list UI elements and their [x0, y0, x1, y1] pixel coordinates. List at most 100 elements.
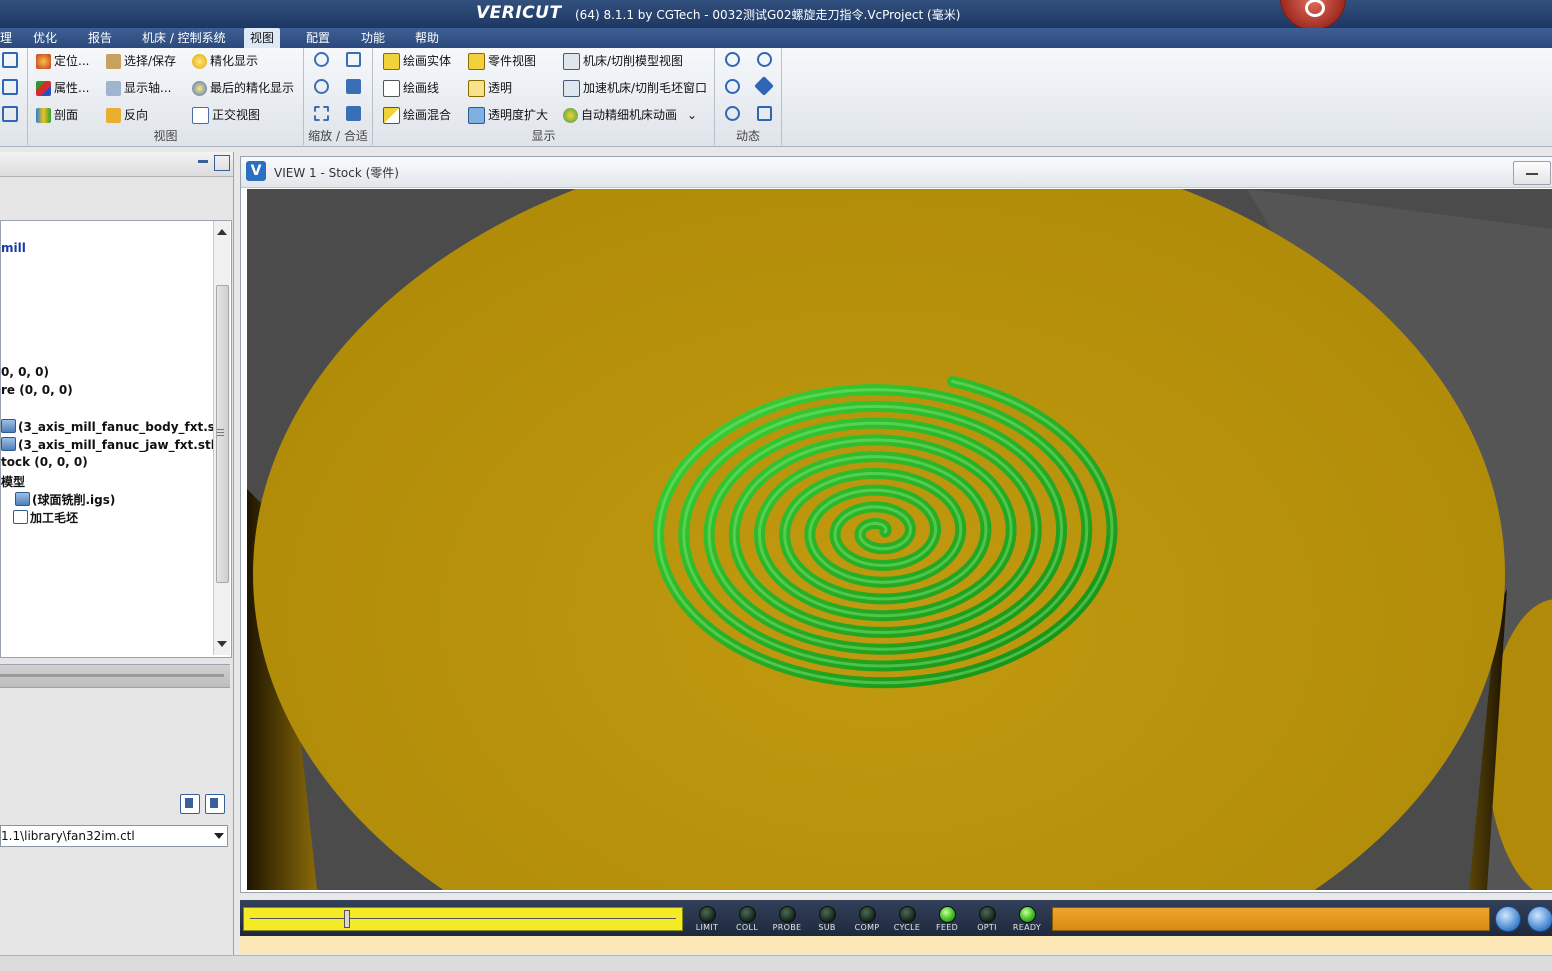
transparency-icon [468, 107, 485, 124]
layout-group [0, 48, 28, 145]
machine-cut-view-button[interactable]: 机床/切削模型视图 [563, 50, 683, 72]
tree-item[interactable]: 0, 0, 0) [1, 365, 49, 379]
stock-top-face [253, 189, 1505, 890]
last-refine-button[interactable]: 最后的精化显示 [192, 77, 294, 99]
undock-icon[interactable] [214, 155, 230, 171]
status-light-sub: SUB [807, 905, 847, 935]
save-icon[interactable] [180, 794, 200, 814]
section-button[interactable]: 剖面 [36, 104, 78, 126]
tree-item[interactable]: re (0, 0, 0) [1, 383, 73, 397]
project-tree[interactable]: mill 0, 0, 0) re (0, 0, 0) (3_axis_mill_… [0, 220, 232, 658]
status-light-cycle: CYCLE [887, 905, 927, 935]
tree-item[interactable]: 模型 [1, 473, 25, 490]
rotate-y-icon[interactable] [725, 79, 740, 94]
slider-knob[interactable] [343, 910, 350, 928]
axes-icon [106, 81, 121, 96]
draw-mixed-button[interactable]: 绘画混合 [383, 104, 451, 126]
locate-button[interactable]: 定位... [36, 50, 89, 72]
indicator-icon [979, 906, 996, 923]
view-group-label: 视图 [153, 129, 178, 143]
zoom-dynamic-icon[interactable] [757, 106, 772, 121]
menu-item-optimize[interactable]: 优化 [27, 28, 63, 48]
zoom-all-icon[interactable] [346, 79, 361, 94]
tree-item[interactable]: tock (0, 0, 0) [1, 455, 88, 469]
scroll-down-icon[interactable] [217, 641, 227, 647]
stock-icon [13, 510, 28, 524]
layout-icon[interactable] [2, 106, 18, 122]
animation-progress-slider[interactable] [243, 907, 683, 931]
rewind-icon[interactable] [1527, 906, 1552, 932]
rotate-x-icon[interactable] [725, 52, 740, 67]
draw-lines-button[interactable]: 绘画线 [383, 77, 439, 99]
box-icon [106, 54, 121, 69]
ortho-view-button[interactable]: 正交视图 [192, 104, 260, 126]
indicator-icon [1019, 906, 1036, 923]
status-light-comp: COMP [847, 905, 887, 935]
zoom-fit-icon[interactable] [346, 52, 361, 67]
reverse-button[interactable]: 反向 [106, 104, 148, 126]
part-view-button[interactable]: 零件视图 [468, 50, 536, 72]
transparent-icon [468, 80, 485, 97]
minimize-icon[interactable] [198, 160, 208, 163]
refine-display-button[interactable]: 精化显示 [192, 50, 258, 72]
view-title: VIEW 1 - Stock (零件) [274, 166, 399, 180]
menu-item-machine-control[interactable]: 机床 / 控制系统 [136, 28, 232, 48]
save-as-icon[interactable] [205, 794, 225, 814]
transparent-button[interactable]: 透明 [468, 77, 512, 99]
indicator-icon [819, 906, 836, 923]
menu-item-view[interactable]: 视图 [244, 28, 281, 48]
status-light-limit: LIMIT [687, 905, 727, 935]
indicator-icon [899, 906, 916, 923]
reverse-icon [106, 108, 121, 123]
indicator-icon [779, 906, 796, 923]
animation-status-bar: LIMIT COLL PROBE SUB COMP CYCLE FEED OPTI READY [240, 900, 1552, 936]
zoom-in-icon[interactable] [314, 52, 329, 67]
select-save-button[interactable]: 选择/保存 [106, 50, 176, 72]
layout-icon[interactable] [2, 79, 18, 95]
snapshot-camera-button[interactable] [1280, 0, 1346, 30]
menu-item-report[interactable]: 报告 [82, 28, 118, 48]
scroll-up-icon[interactable] [217, 229, 227, 235]
properties-button[interactable]: 属性... [36, 77, 89, 99]
menu-item-help[interactable]: 帮助 [409, 28, 445, 48]
tree-item[interactable]: mill [1, 241, 26, 255]
rotate-z-icon[interactable] [725, 106, 740, 121]
accelerate-button[interactable]: 加速机床/切削毛坯窗口 [563, 77, 707, 99]
panel-splitter[interactable] [0, 664, 230, 688]
show-axes-button[interactable]: 显示轴... [106, 77, 171, 99]
minimize-button[interactable] [1513, 161, 1551, 185]
view-window: V VIEW 1 - Stock (零件) [240, 156, 1552, 893]
menu-item-0[interactable]: 理 [0, 28, 18, 48]
3d-viewport[interactable] [247, 189, 1552, 890]
zoom-box-icon[interactable] [314, 106, 329, 121]
scroll-thumb[interactable] [216, 285, 229, 583]
stock-render [247, 189, 1552, 890]
zoom-out-icon[interactable] [314, 79, 329, 94]
draw-solid-button[interactable]: 绘画实体 [383, 50, 451, 72]
tree-item[interactable]: (球面铣削.igs) [15, 491, 115, 508]
menu-item-function[interactable]: 功能 [355, 28, 391, 48]
indicator-icon [859, 906, 876, 923]
display-group: 绘画实体 零件视图 机床/切削模型视图 绘画线 透明 加速机床/切削毛坯窗口 绘… [373, 48, 715, 145]
chevron-down-icon[interactable] [214, 833, 224, 839]
auto-refine-button[interactable]: 自动精细机床动画 ⌄ [563, 104, 697, 126]
layout-icon[interactable] [2, 52, 18, 68]
control-file-select[interactable]: 1.1\library\fan32im.ctl [0, 825, 228, 847]
chevron-down-icon[interactable]: ⌄ [687, 108, 697, 122]
pan-icon[interactable] [754, 76, 774, 96]
menu-item-config[interactable]: 配置 [300, 28, 336, 48]
status-light-label: COLL [736, 923, 758, 932]
status-light-label: CYCLE [893, 923, 921, 932]
tree-item[interactable]: (3_axis_mill_fanuc_jaw_fxt.stl) [1, 437, 220, 452]
zoom-window-icon[interactable] [346, 106, 361, 121]
transparency-expand-button[interactable]: 透明度扩大 [468, 104, 548, 126]
dynamic-group-label: 动态 [735, 129, 760, 143]
eject-icon[interactable] [1495, 906, 1521, 932]
status-light-label: OPTI [977, 923, 997, 932]
wireframe-icon [383, 80, 400, 97]
tree-item[interactable]: 加工毛坯 [13, 509, 78, 526]
rotate-screen-icon[interactable] [757, 52, 772, 67]
tree-scrollbar[interactable] [213, 221, 230, 655]
tree-item[interactable]: (3_axis_mill_fanuc_body_fxt.stl) [1, 419, 230, 434]
bottom-status-strip [0, 955, 1552, 971]
